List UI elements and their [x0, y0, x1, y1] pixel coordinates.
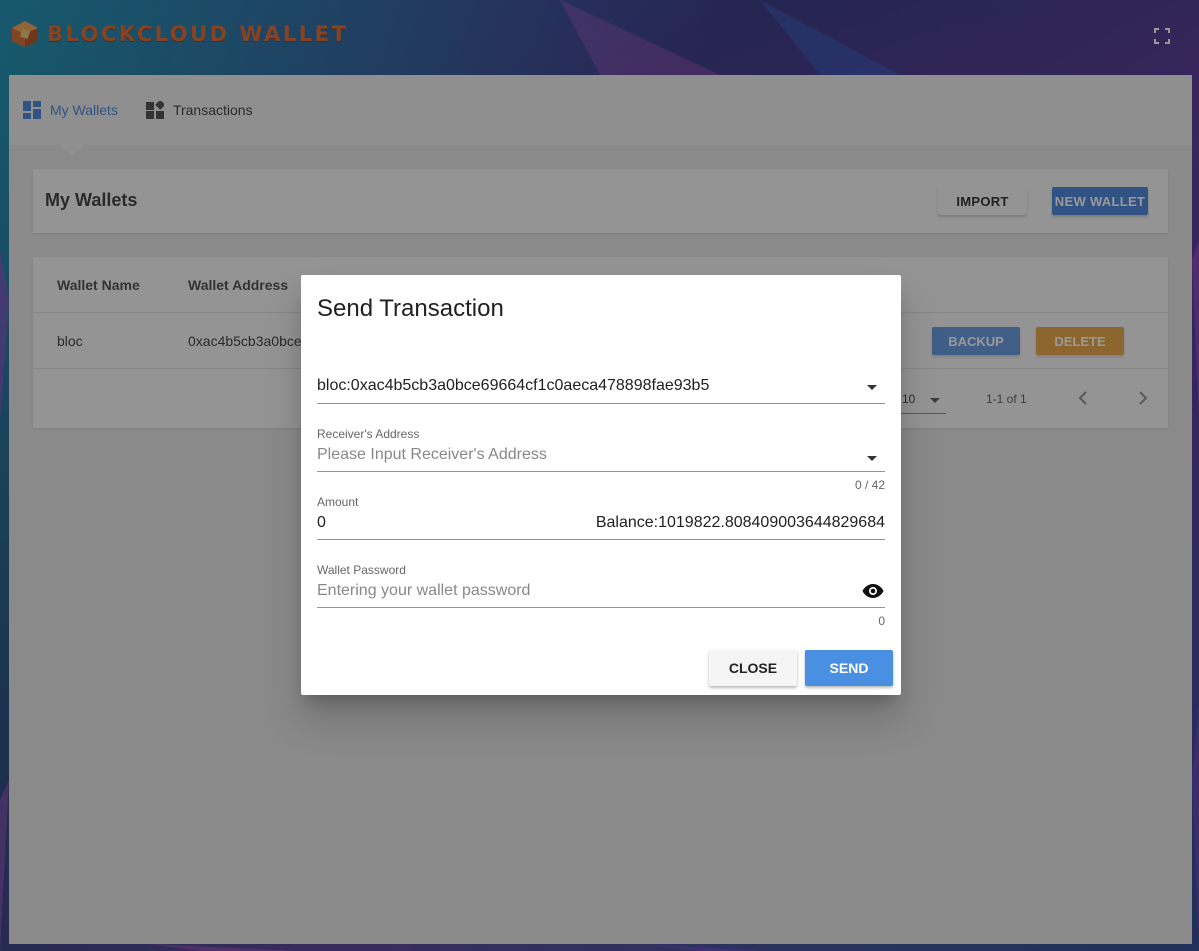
password-char-counter: 0	[878, 614, 885, 628]
balance-text: Balance:1019822.808409003644829684	[595, 514, 885, 531]
field-underline	[317, 403, 885, 404]
amount-field[interactable]: Amount 0 Balance:1019822.808409003644829…	[317, 493, 885, 543]
chevron-down-icon[interactable]	[867, 385, 877, 390]
field-underline	[317, 607, 885, 608]
amount-label: Amount	[317, 495, 359, 509]
receiver-label: Receiver's Address	[317, 427, 420, 441]
receiver-address-input[interactable]: Please Input Receiver's Address	[317, 446, 547, 464]
amount-input[interactable]: 0	[317, 514, 326, 532]
wallet-password-field[interactable]: Wallet Password Entering your wallet pas…	[317, 561, 885, 631]
receiver-address-field[interactable]: Receiver's Address Please Input Receiver…	[317, 425, 885, 495]
send-button[interactable]: SEND	[805, 650, 893, 686]
dialog-title: Send Transaction	[317, 295, 504, 322]
close-button[interactable]: CLOSE	[709, 650, 797, 686]
wallet-select[interactable]: bloc:0xac4b5cb3a0bce69664cf1c0aeca478898…	[317, 375, 885, 405]
receiver-char-counter: 0 / 42	[854, 478, 885, 492]
eye-icon[interactable]	[861, 579, 885, 603]
password-input[interactable]: Entering your wallet password	[317, 582, 530, 600]
field-underline	[317, 471, 885, 472]
chevron-down-icon[interactable]	[867, 456, 877, 461]
selected-wallet-value: bloc:0xac4b5cb3a0bce69664cf1c0aeca478898…	[317, 377, 710, 394]
send-transaction-dialog: Send Transaction bloc:0xac4b5cb3a0bce696…	[301, 275, 901, 695]
field-underline	[317, 539, 885, 540]
password-label: Wallet Password	[317, 563, 406, 577]
